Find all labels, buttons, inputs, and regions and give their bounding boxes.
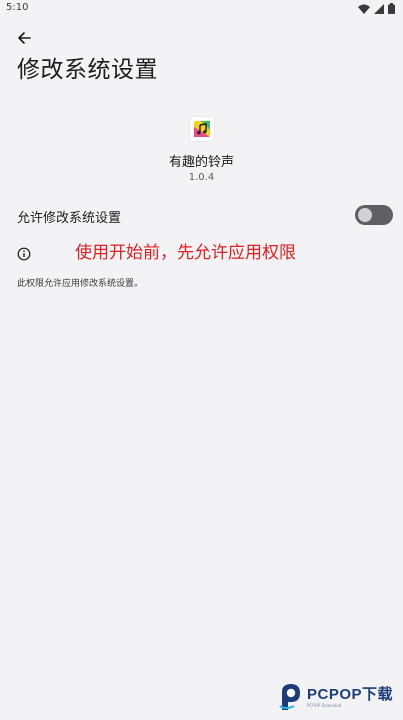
app-icon <box>190 117 214 141</box>
info-icon <box>17 247 31 261</box>
watermark: PCPOP下载 PCPOP Download <box>278 682 393 712</box>
status-icons <box>358 3 395 14</box>
app-name: 有趣的铃声 <box>168 155 234 170</box>
arrow-back-icon <box>18 32 31 44</box>
music-note-icon <box>194 121 210 137</box>
watermark-sub: PCPOP Download <box>307 702 342 708</box>
signal-icon <box>374 3 384 14</box>
status-bar: 5:10 <box>0 0 403 18</box>
pcpop-logo-icon <box>279 684 300 710</box>
page-title: 修改系统设置 <box>17 57 158 83</box>
wifi-icon <box>358 4 370 14</box>
battery-icon <box>388 3 395 14</box>
app-version: 1.0.4 <box>188 172 215 183</box>
status-time: 5:10 <box>6 2 29 13</box>
allow-modify-settings-toggle[interactable] <box>355 205 393 225</box>
watermark-brand: PCPOP下载 <box>307 685 394 703</box>
permission-description: 此权限允许应用修改系统设置。 <box>17 279 144 289</box>
allow-modify-settings-row[interactable]: 允许修改系统设置 <box>0 200 403 230</box>
allow-modify-settings-label: 允许修改系统设置 <box>17 211 122 226</box>
toggle-knob <box>358 208 372 222</box>
annotation-text: 使用开始前，先允许应用权限 <box>75 243 296 263</box>
back-button[interactable] <box>12 28 36 48</box>
